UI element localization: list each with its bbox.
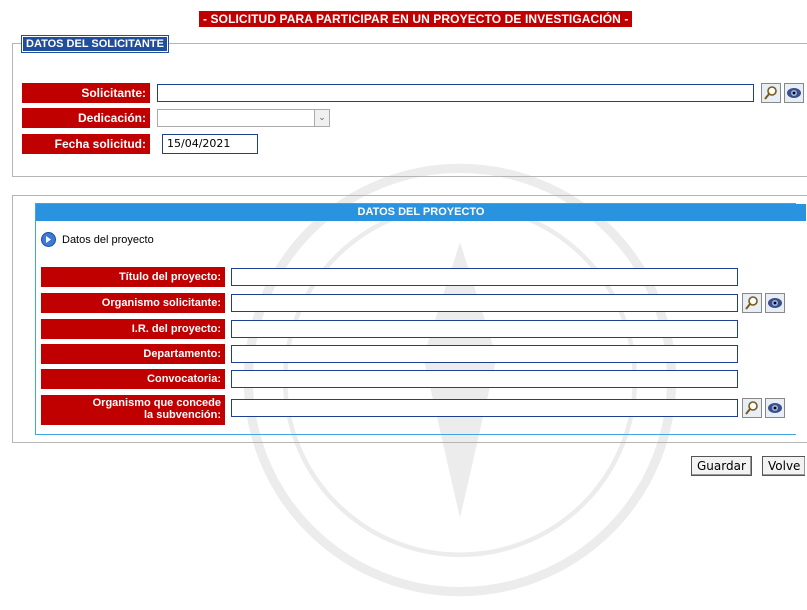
- convocatoria-input[interactable]: [231, 370, 738, 388]
- organismo-label: Organismo solicitante:: [41, 293, 225, 313]
- subvencion-label-line2: la subvención:: [143, 409, 221, 421]
- solicitante-input[interactable]: [157, 84, 754, 102]
- titulo-input[interactable]: [231, 268, 738, 286]
- eye-icon: [768, 403, 782, 413]
- dedicacion-label: Dedicación:: [22, 108, 150, 128]
- subvencion-label: Organismo que concede la subvención:: [41, 395, 225, 425]
- organismo-search-button[interactable]: [742, 293, 762, 313]
- eye-icon: [787, 88, 801, 98]
- titulo-label: Título del proyecto:: [41, 267, 225, 287]
- chevron-down-icon[interactable]: ⌄: [314, 110, 329, 126]
- solicitante-legend: DATOS DEL SOLICITANTE: [22, 36, 168, 52]
- info-circle-icon: [41, 232, 56, 247]
- subvencion-search-button[interactable]: [742, 398, 762, 418]
- departamento-label: Departamento:: [41, 344, 225, 364]
- dedicacion-select[interactable]: ⌄: [157, 109, 330, 127]
- eye-icon: [768, 298, 782, 308]
- subvencion-input[interactable]: [231, 399, 738, 417]
- search-icon: [745, 296, 758, 310]
- ir-input[interactable]: [231, 320, 738, 338]
- guardar-button[interactable]: Guardar: [691, 456, 752, 476]
- subvencion-view-button[interactable]: [765, 398, 785, 418]
- departamento-input[interactable]: [231, 345, 738, 363]
- solicitante-search-button[interactable]: [761, 83, 781, 103]
- proyecto-header: DATOS DEL PROYECTO: [36, 204, 806, 221]
- ir-label: I.R. del proyecto:: [41, 319, 225, 339]
- search-icon: [764, 86, 777, 100]
- organismo-view-button[interactable]: [765, 293, 785, 313]
- subvencion-label-line1: Organismo que concede: [92, 397, 221, 409]
- organismo-input[interactable]: [231, 294, 738, 312]
- solicitante-label: Solicitante:: [22, 83, 150, 103]
- solicitante-view-button[interactable]: [784, 83, 804, 103]
- fecha-input[interactable]: 15/04/2021: [162, 134, 258, 154]
- convocatoria-label: Convocatoria:: [41, 369, 225, 389]
- search-icon: [745, 401, 758, 415]
- datos-proyecto-label: Datos del proyecto: [62, 233, 154, 246]
- datos-proyecto-toggle[interactable]: Datos del proyecto: [41, 232, 154, 247]
- volver-button[interactable]: Volve: [762, 456, 806, 476]
- fecha-label: Fecha solicitud:: [22, 134, 150, 154]
- page-title: - SOLICITUD PARA PARTICIPAR EN UN PROYEC…: [199, 11, 633, 27]
